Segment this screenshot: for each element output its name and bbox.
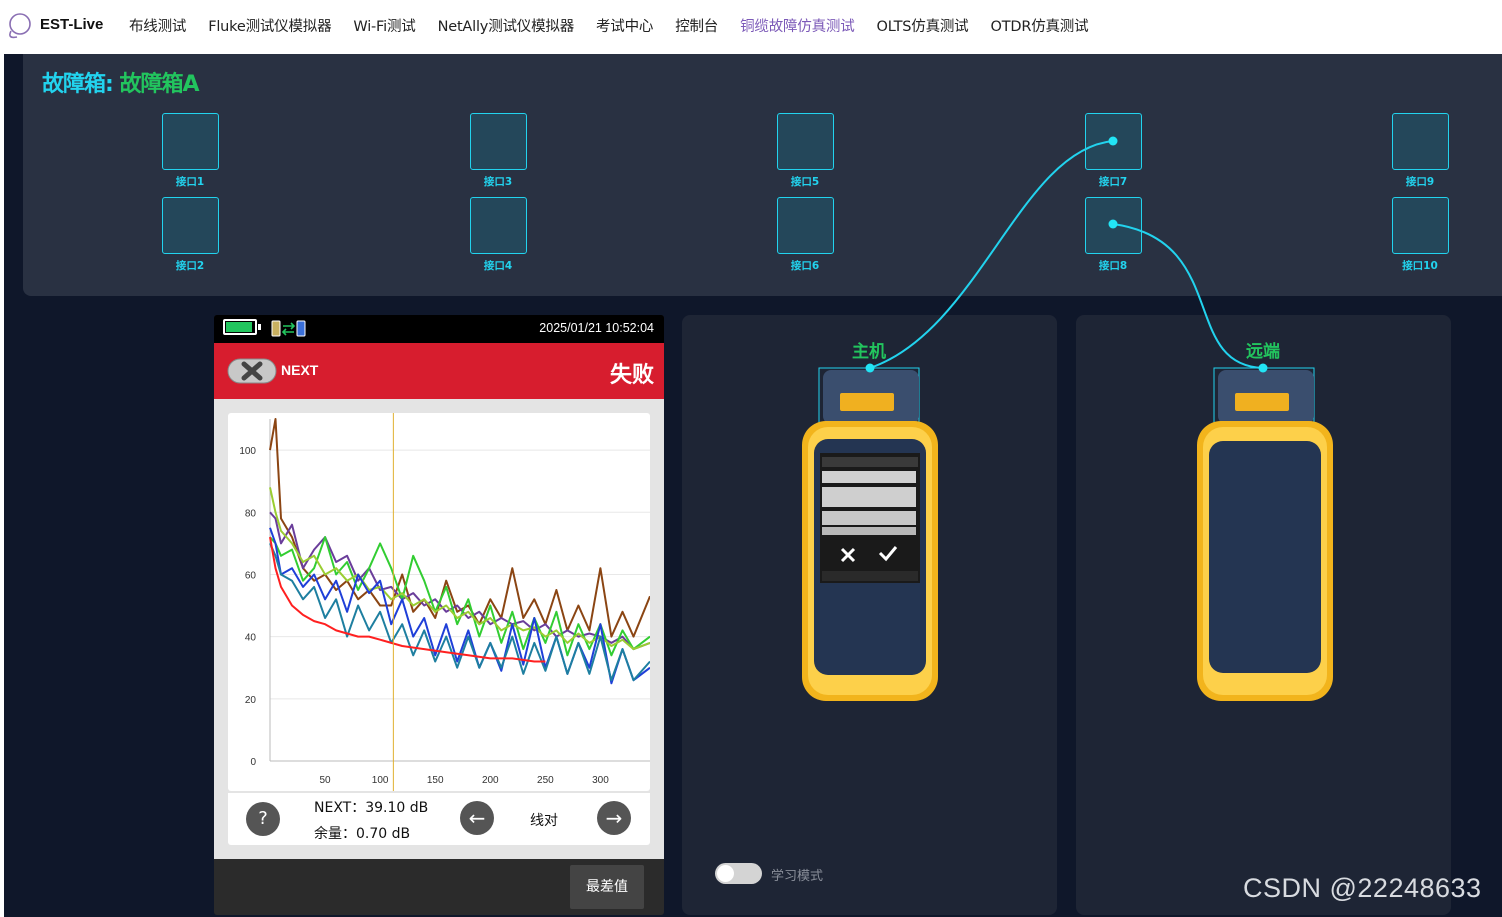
x-tick-label-4: 250 (537, 775, 554, 786)
x-tick-label-1: 100 (372, 775, 389, 786)
port-9[interactable] (1392, 113, 1449, 170)
port-label-7: 接口7 (1098, 176, 1128, 188)
nav-item-6[interactable]: 铜缆故障仿真测试 (729, 15, 865, 36)
y-tick-label-4: 80 (245, 508, 257, 519)
port-label-6: 接口6 (790, 260, 820, 272)
fault-box-panel (23, 54, 1502, 296)
port-label-5: 接口5 (790, 176, 820, 188)
fault-box-title-prefix: 故障箱: (42, 72, 120, 97)
brand-name[interactable]: EST-Live (40, 16, 103, 33)
info-card: ? NEXT：39.10 dB 余量：0.70 dB ← 线对 → (228, 793, 650, 845)
host-title: 主机 (852, 342, 886, 362)
prev-pair-button[interactable]: ← (460, 801, 494, 835)
port-label-4: 接口4 (483, 260, 513, 272)
top-nav: EST-Live 布线测试 Fluke测试仪模拟器 Wi-Fi测试 NetAlly测试… (0, 0, 1502, 54)
series-line-1 (269, 511, 650, 651)
port-2[interactable] (162, 197, 219, 254)
learn-mode-label: 学习模式 (771, 869, 824, 884)
nav-item-1[interactable]: Fluke测试仪模拟器 (197, 15, 342, 36)
y-tick-label-5: 100 (239, 446, 256, 457)
result-status: 失败 (609, 363, 654, 388)
learn-mode-toggle[interactable] (715, 863, 762, 884)
next-pair-button[interactable]: → (597, 801, 631, 835)
port-label-2: 接口2 (175, 260, 205, 272)
watermark: CSDN @22248633 (1243, 873, 1482, 903)
nav-item-7[interactable]: OLTS仿真测试 (866, 15, 980, 36)
port-label-1: 接口1 (175, 176, 205, 188)
remote-device[interactable] (1191, 365, 1339, 705)
port-label-9: 接口9 (1405, 176, 1435, 188)
pair-label: 线对 (530, 813, 558, 829)
nav-item-8[interactable]: OTDR仿真测试 (979, 15, 1099, 36)
battery-tip (258, 324, 261, 330)
port-label-8: 接口8 (1098, 260, 1128, 272)
series-line-0 (269, 418, 650, 638)
port-4[interactable] (470, 197, 527, 254)
x-tick-label-5: 300 (592, 775, 609, 786)
bottom-bar: 最差值 (214, 859, 664, 915)
next-chart[interactable]: 0 20 40 60 80 100 50 100 150 200 250 300 (228, 413, 650, 791)
worst-value-button[interactable]: 最差值 (570, 865, 644, 909)
test-name: NEXT (281, 362, 319, 378)
x-tick-label-0: 50 (320, 775, 332, 786)
port-5[interactable] (777, 113, 834, 170)
status-bar: 2025/01/21 10:52:04 (214, 315, 664, 343)
host-device[interactable] (796, 365, 944, 705)
battery-icon (223, 319, 257, 335)
port-6[interactable] (777, 197, 834, 254)
nav-menu: 布线测试 Fluke测试仪模拟器 Wi-Fi测试 NetAlly测试仪模拟器 考试中心控… (118, 15, 1099, 36)
nav-item-5[interactable]: 控制台 (664, 15, 729, 36)
margin-value: 余量：0.70 dB (314, 826, 411, 842)
y-tick-label-0: 0 (250, 757, 256, 768)
remote-title: 远端 (1246, 342, 1280, 362)
nav-item-2[interactable]: Wi-Fi测试 (342, 15, 426, 36)
port-3[interactable] (470, 113, 527, 170)
result-bar: NEXT 失败 (214, 343, 664, 399)
help-button[interactable]: ? (246, 802, 280, 836)
fail-x-icon (227, 358, 277, 384)
x-tick-label-3: 200 (482, 775, 499, 786)
y-tick-label-3: 60 (245, 570, 257, 581)
nav-item-4[interactable]: 考试中心 (585, 15, 664, 36)
port-7[interactable] (1085, 113, 1142, 170)
logo-icon (9, 13, 31, 39)
y-tick-label-1: 20 (245, 695, 257, 706)
next-value: NEXT：39.10 dB (314, 800, 429, 816)
fault-box-title-name: 故障箱A (119, 72, 199, 97)
port-label-3: 接口3 (483, 176, 513, 188)
datetime: 2025/01/21 10:52:04 (539, 321, 654, 335)
chart-area: 0 20 40 60 80 100 50 100 150 200 250 300 ? NEXT：39.… (214, 399, 664, 859)
nav-item-3[interactable]: NetAlly测试仪模拟器 (427, 15, 585, 36)
port-8[interactable] (1085, 197, 1142, 254)
tester-screen: 2025/01/21 10:52:04 NEXT 失败 0 20 40 60 80 100… (214, 315, 664, 915)
chart-card: 0 20 40 60 80 100 50 100 150 200 250 300 (228, 413, 650, 791)
x-tick-label-2: 150 (427, 775, 444, 786)
toggle-knob (717, 865, 734, 882)
y-tick-label-2: 40 (245, 633, 257, 644)
fault-box-title: 故障箱: 故障箱A (42, 66, 200, 98)
nav-item-0[interactable]: 布线测试 (118, 15, 197, 36)
port-10[interactable] (1392, 197, 1449, 254)
connection-icon (271, 320, 306, 337)
port-1[interactable] (162, 113, 219, 170)
port-label-10: 接口10 (1402, 260, 1438, 272)
